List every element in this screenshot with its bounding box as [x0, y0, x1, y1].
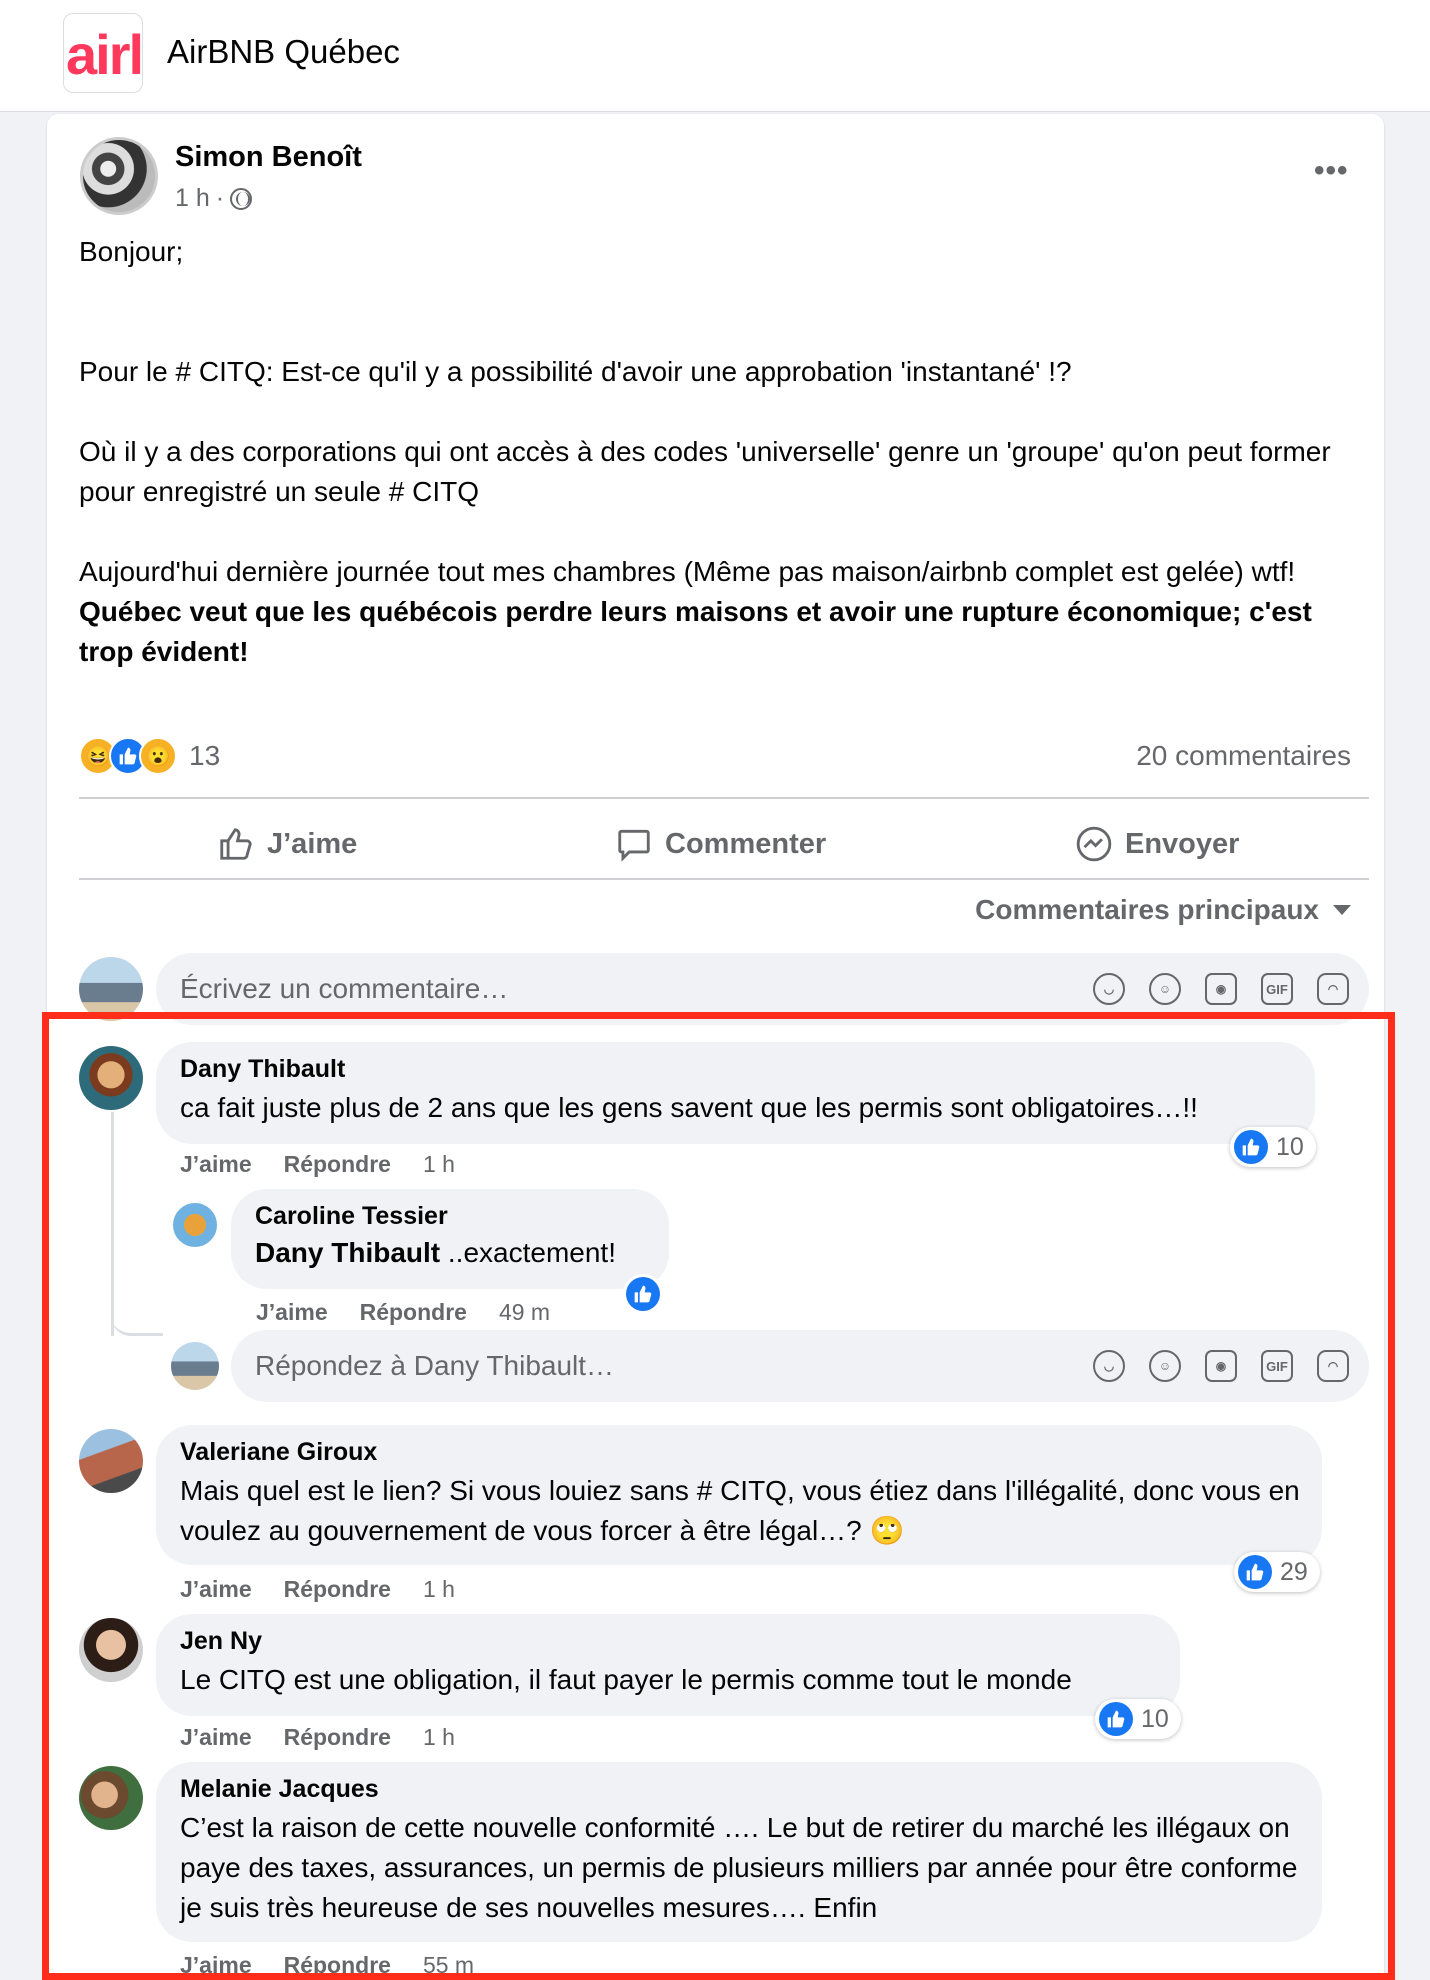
wow-reaction-icon: 😮: [139, 737, 177, 775]
reply-like-link[interactable]: J’aime: [256, 1299, 328, 1326]
comment-text: ca fait juste plus de 2 ans que les gens…: [180, 1092, 1198, 1123]
gif-icon[interactable]: GIF: [1261, 1350, 1293, 1382]
comment-text: Mais quel est le lien? Si vous louiez sa…: [180, 1475, 1300, 1546]
reply-text: Dany Thibault ..exactement!: [255, 1237, 616, 1268]
comment-bubble: Jen Ny Le CITQ est une obligation, il fa…: [156, 1614, 1180, 1716]
reply-time[interactable]: 49 m: [499, 1299, 550, 1326]
comment-time[interactable]: 1 h: [423, 1151, 455, 1178]
comment-time[interactable]: 1 h: [423, 1724, 455, 1751]
post-meta: 1 h ·: [175, 184, 253, 213]
comment-reply-link[interactable]: Répondre: [284, 1952, 391, 1979]
comment-like-link[interactable]: J’aime: [180, 1151, 252, 1178]
post-paragraph: Où il y a des corporations qui ont accès…: [79, 436, 1331, 507]
reply-actions: J’aime Répondre 49 m: [256, 1299, 550, 1326]
group-name[interactable]: AirBNB Québec: [167, 33, 400, 71]
post-paragraph: Pour le # CITQ: Est-ce qu'il y a possibi…: [79, 356, 1072, 387]
comment-actions: J’aime Répondre 55 m: [180, 1952, 474, 1979]
meta-separator: ·: [215, 184, 225, 212]
post-card: Simon Benoît 1 h · ••• Bonjour; Pour le …: [47, 114, 1384, 1980]
author-name[interactable]: Simon Benoît: [175, 141, 362, 174]
gif-icon[interactable]: GIF: [1261, 973, 1293, 1005]
comment-icon: [618, 829, 650, 862]
messenger-icon: [1076, 826, 1112, 862]
caret-down-icon: [1333, 905, 1351, 915]
mention-link[interactable]: Dany Thibault: [255, 1237, 440, 1268]
group-header: airl AirBNB Québec: [0, 0, 1430, 112]
commenter-avatar[interactable]: [79, 1618, 143, 1682]
comment-time[interactable]: 1 h: [423, 1576, 455, 1603]
comment-like-link[interactable]: J’aime: [180, 1952, 252, 1979]
current-user-avatar[interactable]: [79, 957, 143, 1021]
comment-input-placeholder: Écrivez un commentaire…: [180, 973, 509, 1004]
author-avatar[interactable]: [80, 137, 158, 215]
comment-actions: J’aime Répondre 1 h: [180, 1151, 455, 1178]
camera-icon[interactable]: ◉: [1205, 1350, 1237, 1382]
avatar-sticker-icon[interactable]: ◡: [1093, 973, 1125, 1005]
post-body: Bonjour; Pour le # CITQ: Est-ce qu'il y …: [79, 232, 1369, 672]
camera-icon[interactable]: ◉: [1205, 973, 1237, 1005]
reply-bubble: Caroline Tessier Dany Thibault ..exactem…: [231, 1189, 669, 1289]
comment-button[interactable]: Commenter: [615, 819, 826, 869]
group-logo[interactable]: airl: [63, 13, 143, 93]
post-time[interactable]: 1 h: [175, 184, 210, 213]
comment-input[interactable]: Écrivez un commentaire… ◡ ☺ ◉ GIF ◠: [156, 953, 1369, 1025]
sticker-icon[interactable]: ◠: [1317, 1350, 1349, 1382]
globe-icon: [230, 187, 253, 210]
commenter-name[interactable]: Melanie Jacques: [180, 1775, 379, 1804]
comment-count[interactable]: 20 commentaires: [1136, 740, 1351, 772]
thumbs-up-icon: [220, 828, 252, 860]
divider: [79, 878, 1369, 880]
emoji-icon[interactable]: ☺: [1149, 973, 1181, 1005]
like-reaction-icon: [1099, 1702, 1133, 1736]
comment-actions: J’aime Répondre 1 h: [180, 1576, 455, 1603]
commenter-avatar[interactable]: [79, 1429, 143, 1493]
commenter-name[interactable]: Valeriane Giroux: [180, 1438, 377, 1467]
like-reaction-icon: [1234, 1130, 1268, 1164]
reply-input[interactable]: Répondez à Dany Thibault… ◡ ☺ ◉ GIF ◠: [231, 1330, 1369, 1402]
commenter-avatar[interactable]: [79, 1766, 143, 1830]
comment-time[interactable]: 55 m: [423, 1952, 474, 1979]
comment-text: Le CITQ est une obligation, il faut paye…: [180, 1664, 1072, 1695]
like-reaction-icon: [1238, 1555, 1272, 1589]
comment-like-link[interactable]: J’aime: [180, 1724, 252, 1751]
post-paragraph: Aujourd'hui dernière journée tout mes ch…: [79, 556, 1312, 667]
sticker-icon[interactable]: ◠: [1317, 973, 1349, 1005]
like-reaction-icon: [626, 1277, 660, 1311]
comment-reply-link[interactable]: Répondre: [284, 1576, 391, 1603]
comment-reply-link[interactable]: Répondre: [284, 1724, 391, 1751]
reply-avatar[interactable]: [171, 1201, 219, 1249]
thread-line: [111, 1286, 163, 1336]
comment-bubble: Dany Thibault ca fait juste plus de 2 an…: [156, 1042, 1315, 1144]
reply-input-placeholder: Répondez à Dany Thibault…: [255, 1350, 615, 1381]
reply-reply-link[interactable]: Répondre: [360, 1299, 467, 1326]
comment-bubble: Melanie Jacques C’est la raison de cette…: [156, 1762, 1322, 1942]
comment-sort-dropdown[interactable]: Commentaires principaux: [975, 894, 1351, 926]
commenter-avatar[interactable]: [79, 1046, 143, 1110]
emoji-icon[interactable]: ☺: [1149, 1350, 1181, 1382]
comment-reactions[interactable]: 10: [1230, 1127, 1316, 1167]
reaction-count[interactable]: 13: [189, 740, 220, 772]
divider: [79, 797, 1369, 799]
commenter-name[interactable]: Jen Ny: [180, 1627, 262, 1656]
comment-like-link[interactable]: J’aime: [180, 1576, 252, 1603]
comment-bubble: Valeriane Giroux Mais quel est le lien? …: [156, 1425, 1322, 1565]
avatar-sticker-icon[interactable]: ◡: [1093, 1350, 1125, 1382]
reply-author-name[interactable]: Caroline Tessier: [255, 1202, 448, 1231]
comment-reply-link[interactable]: Répondre: [284, 1151, 391, 1178]
post-greeting: Bonjour;: [79, 236, 184, 267]
like-button[interactable]: J’aime: [217, 819, 357, 869]
commenter-name[interactable]: Dany Thibault: [180, 1055, 345, 1084]
post-reactions[interactable]: 😆 😮 13: [79, 736, 220, 776]
more-options-icon[interactable]: •••: [1314, 154, 1349, 188]
comment-actions: J’aime Répondre 1 h: [180, 1724, 455, 1751]
comment-reactions[interactable]: 10: [1095, 1699, 1181, 1739]
reply-reaction[interactable]: [623, 1274, 663, 1314]
send-button[interactable]: Envoyer: [1075, 819, 1239, 869]
comment-reactions[interactable]: 29: [1234, 1552, 1320, 1592]
comment-text: C’est la raison de cette nouvelle confor…: [180, 1812, 1298, 1923]
current-user-avatar[interactable]: [171, 1342, 219, 1390]
